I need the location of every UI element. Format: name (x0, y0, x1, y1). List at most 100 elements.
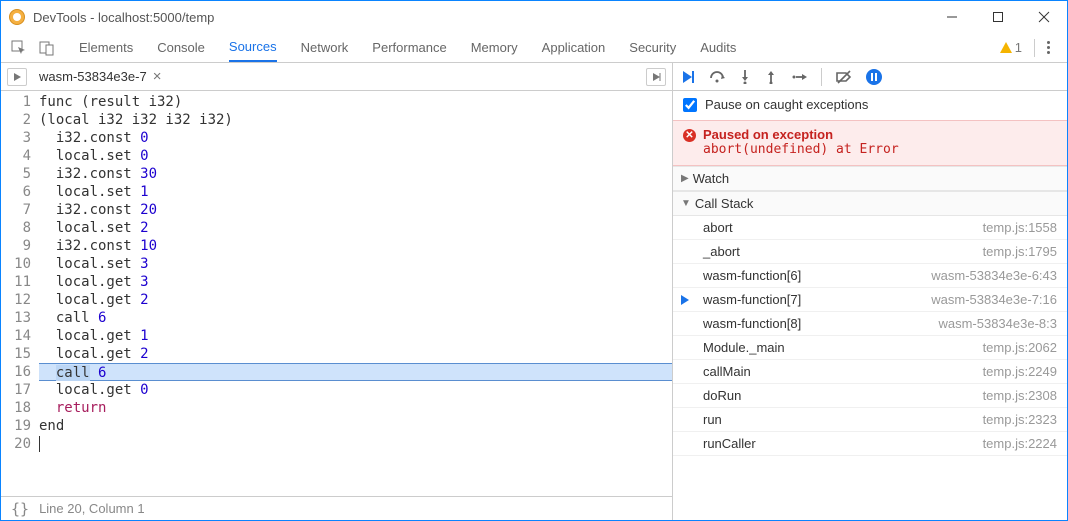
code-line[interactable]: local.set 1 (39, 183, 672, 201)
pause-caught-label: Pause on caught exceptions (705, 97, 868, 112)
code-line[interactable]: local.get 3 (39, 273, 672, 291)
stack-frame[interactable]: wasm-function[7]wasm-53834e3e-7:16 (673, 288, 1067, 312)
code-line[interactable]: local.get 2 (39, 291, 672, 309)
callstack-label: Call Stack (695, 196, 754, 211)
pause-caught-checkbox[interactable] (683, 98, 697, 112)
step-over-icon[interactable] (709, 70, 725, 84)
tab-elements[interactable]: Elements (79, 33, 133, 62)
tab-audits[interactable]: Audits (700, 33, 736, 62)
exception-banner: ✕ Paused on exception abort(undefined) a… (673, 120, 1067, 166)
stack-frame-loc: temp.js:2308 (983, 388, 1057, 403)
tab-performance[interactable]: Performance (372, 33, 446, 62)
device-icon[interactable] (35, 36, 59, 60)
cursor-position: Line 20, Column 1 (39, 501, 145, 516)
close-icon[interactable]: × (153, 68, 162, 85)
devtools-favicon (9, 9, 25, 25)
window-title: DevTools - localhost:5000/temp (33, 10, 929, 25)
code-line[interactable] (39, 435, 672, 453)
tab-security[interactable]: Security (629, 33, 676, 62)
source-pane: wasm-53834e3e-7 × 1234567891011121314151… (1, 63, 673, 520)
code-line[interactable]: i32.const 20 (39, 201, 672, 219)
stack-frame[interactable]: doRuntemp.js:2308 (673, 384, 1067, 408)
warning-badge[interactable]: 1 (1000, 40, 1022, 55)
stack-frame-loc: wasm-53834e3e-6:43 (931, 268, 1057, 283)
stack-frame[interactable]: callMain temp.js:2249 (673, 360, 1067, 384)
navigator-toggle-icon[interactable] (7, 68, 27, 86)
stack-frame-loc: temp.js:2062 (983, 340, 1057, 355)
code-editor[interactable]: 1234567891011121314151617181920 func (re… (1, 91, 672, 496)
stack-frame[interactable]: runCallertemp.js:2224 (673, 432, 1067, 456)
stack-frame-fn: _abort (703, 244, 740, 259)
callstack-section-header[interactable]: ▼ Call Stack (673, 191, 1067, 216)
gutter: 1234567891011121314151617181920 (1, 91, 39, 496)
stack-frame[interactable]: wasm-function[8]wasm-53834e3e-8:3 (673, 312, 1067, 336)
step-out-icon[interactable] (765, 70, 777, 84)
code-line[interactable]: local.get 0 (39, 381, 672, 399)
tab-network[interactable]: Network (301, 33, 349, 62)
resume-icon[interactable] (681, 70, 695, 84)
code-line[interactable]: i32.const 0 (39, 129, 672, 147)
maximize-button[interactable] (975, 1, 1021, 33)
more-icon[interactable] (1039, 41, 1057, 54)
code-line[interactable]: local.set 0 (39, 147, 672, 165)
code-body: func (result i32)(local i32 i32 i32 i32)… (39, 91, 672, 496)
file-tab[interactable]: wasm-53834e3e-7 × (39, 68, 161, 85)
code-line[interactable]: call 6 (39, 363, 672, 381)
debugger-toggle-icon[interactable] (646, 68, 666, 86)
error-icon: ✕ (683, 129, 696, 142)
pause-caught-row: Pause on caught exceptions (673, 91, 1067, 120)
pretty-print-icon[interactable]: {} (11, 500, 29, 518)
exception-title: Paused on exception (703, 127, 1057, 142)
tab-console[interactable]: Console (157, 33, 205, 62)
code-line[interactable]: return (39, 399, 672, 417)
code-line[interactable]: local.get 1 (39, 327, 672, 345)
code-line[interactable]: local.set 3 (39, 255, 672, 273)
stack-frame[interactable]: Module._main temp.js:2062 (673, 336, 1067, 360)
stack-frame[interactable]: runtemp.js:2323 (673, 408, 1067, 432)
code-line[interactable]: i32.const 30 (39, 165, 672, 183)
deactivate-breakpoints-icon[interactable] (836, 70, 852, 84)
tab-memory[interactable]: Memory (471, 33, 518, 62)
devtools-window: DevTools - localhost:5000/temp Elements C… (0, 0, 1068, 521)
inspect-icon[interactable] (7, 36, 31, 60)
warning-icon (1000, 42, 1012, 53)
stack-frame-loc: temp.js:2249 (983, 364, 1057, 379)
stack-frame-loc: temp.js:1558 (983, 220, 1057, 235)
tab-application[interactable]: Application (542, 33, 606, 62)
warning-count: 1 (1015, 40, 1022, 55)
code-line[interactable]: (local i32 i32 i32 i32) (39, 111, 672, 129)
code-line[interactable]: call 6 (39, 309, 672, 327)
editor-statusbar: {} Line 20, Column 1 (1, 496, 672, 520)
main-toolbar: Elements Console Sources Network Performance… (1, 33, 1067, 63)
debugger-body: Pause on caught exceptions ✕ Paused on e… (673, 91, 1067, 520)
step-icon[interactable] (791, 71, 807, 83)
debug-toolbar (673, 63, 1067, 91)
code-line[interactable]: func (result i32) (39, 93, 672, 111)
tab-sources[interactable]: Sources (229, 33, 277, 62)
code-line[interactable]: local.get 2 (39, 345, 672, 363)
call-stack-list: aborttemp.js:1558 _abort temp.js:1795 wasm-… (673, 216, 1067, 456)
stack-frame-fn: callMain (703, 364, 751, 379)
stack-frame-loc: temp.js:1795 (983, 244, 1057, 259)
code-line[interactable]: end (39, 417, 672, 435)
exception-detail: abort(undefined) at Error (703, 142, 1057, 157)
stack-frame-loc: temp.js:2323 (983, 412, 1057, 427)
stack-frame[interactable]: wasm-function[6]wasm-53834e3e-6:43 (673, 264, 1067, 288)
titlebar: DevTools - localhost:5000/temp (1, 1, 1067, 33)
debugger-pane: Pause on caught exceptions ✕ Paused on e… (673, 63, 1067, 520)
file-tab-label: wasm-53834e3e-7 (39, 69, 147, 84)
code-line[interactable]: i32.const 10 (39, 237, 672, 255)
watch-section-header[interactable]: ▶ Watch (673, 166, 1067, 191)
stack-frame-fn: wasm-function[7] (703, 292, 801, 307)
pause-on-exceptions-icon[interactable] (866, 69, 882, 85)
close-button[interactable] (1021, 1, 1067, 33)
minimize-button[interactable] (929, 1, 975, 33)
stack-frame-fn: Module._main (703, 340, 785, 355)
stack-frame[interactable]: _abort temp.js:1795 (673, 240, 1067, 264)
code-line[interactable]: local.set 2 (39, 219, 672, 237)
stack-frame[interactable]: aborttemp.js:1558 (673, 216, 1067, 240)
chevron-right-icon: ▶ (681, 173, 689, 184)
step-into-icon[interactable] (739, 70, 751, 84)
stack-frame-fn: runCaller (703, 436, 756, 451)
stack-frame-loc: wasm-53834e3e-8:3 (938, 316, 1057, 331)
